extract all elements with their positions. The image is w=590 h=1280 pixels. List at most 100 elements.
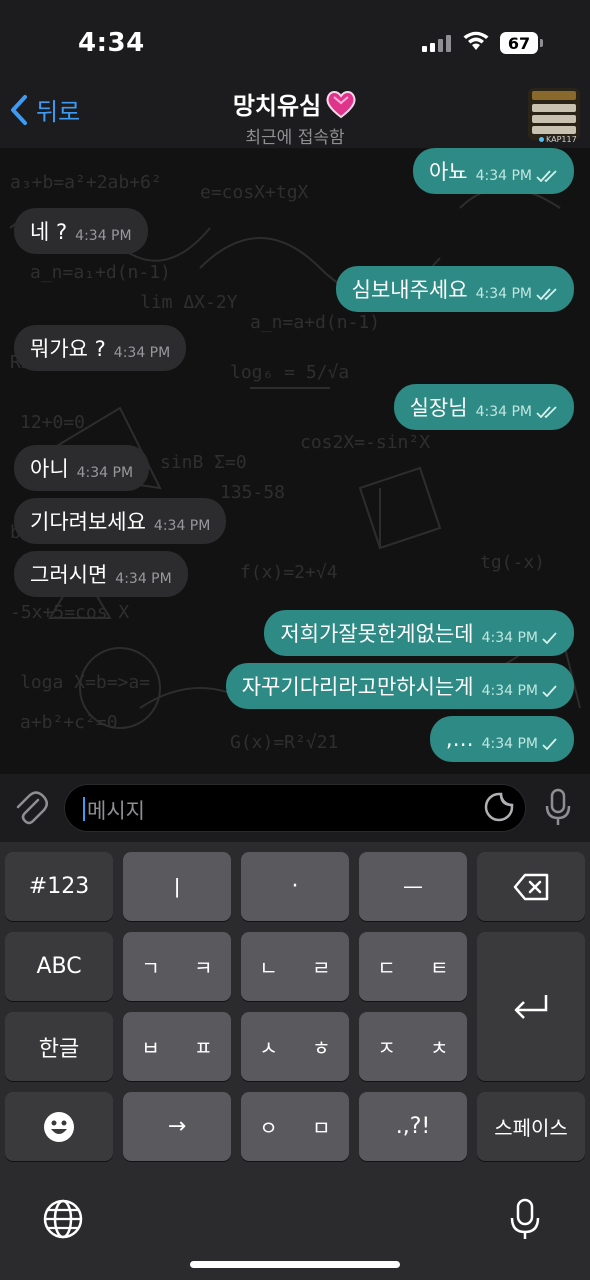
message-meta: 4:34 PM xyxy=(482,736,558,752)
message-time: 4:34 PM xyxy=(475,168,532,184)
key-vowel-i[interactable]: ㅣ xyxy=(123,852,231,921)
key-abc[interactable]: ABC xyxy=(5,932,113,1001)
incoming-message-bubble[interactable]: 기다려보세요 4:34 PM xyxy=(14,498,227,544)
text-cursor xyxy=(83,797,85,821)
single-check-icon xyxy=(542,685,557,697)
incoming-message-bubble[interactable]: 네 ? 4:34 PM xyxy=(14,208,148,254)
message-meta: 4:34 PM xyxy=(115,571,171,587)
message-meta: 4:34 PM xyxy=(476,168,558,184)
key-s-h[interactable]: ㅅ ㅎ xyxy=(241,1012,349,1081)
return-icon xyxy=(514,994,548,1019)
message-text: 그러시면 xyxy=(30,563,108,587)
message-time: 4:34 PM xyxy=(481,630,538,646)
outgoing-message-bubble[interactable]: 아뇨 4:34 PM xyxy=(412,148,574,194)
svg-text:log₆ = 5/√a: log₆ = 5/√a xyxy=(230,362,349,383)
message-meta: 4:34 PM xyxy=(482,630,558,646)
return-key[interactable] xyxy=(477,932,585,1081)
message-time: 4:34 PM xyxy=(76,465,134,481)
incoming-message-bubble[interactable]: 그러시면 4:34 PM xyxy=(14,551,188,597)
status-bar: 4:34 67 xyxy=(0,0,590,80)
single-check-icon xyxy=(542,738,557,750)
message-text: 기다려보세요 xyxy=(30,510,146,534)
message-text: 심보내주세요 xyxy=(351,278,468,302)
message-time: 4:34 PM xyxy=(481,736,538,752)
dictation-microphone-icon[interactable] xyxy=(508,1198,542,1242)
message-meta: 4:34 PM xyxy=(154,518,210,534)
battery-level: 67 xyxy=(507,33,531,53)
message-time: 4:34 PM xyxy=(113,345,171,361)
outgoing-message-bubble[interactable]: 심보내주세요 4:34 PM xyxy=(335,266,574,312)
svg-text:lim ΔX-2Y: lim ΔX-2Y xyxy=(140,292,238,313)
sticker-icon[interactable] xyxy=(484,792,514,822)
status-time: 4:34 xyxy=(78,28,145,58)
heart-emoji-icon xyxy=(326,90,356,118)
message-time: 4:34 PM xyxy=(481,683,538,699)
message-time: 4:34 PM xyxy=(475,286,532,302)
double-check-icon xyxy=(536,170,557,182)
outgoing-message-bubble[interactable]: ,… 4:34 PM xyxy=(429,716,574,762)
avatar-caption: KAP117 xyxy=(539,135,577,144)
home-indicator[interactable] xyxy=(190,1261,400,1268)
outgoing-message-bubble[interactable]: 실장님 4:34 PM xyxy=(393,384,574,430)
message-meta: 4:34 PM xyxy=(114,345,170,361)
key-numbers[interactable]: #123 xyxy=(5,852,113,921)
wifi-icon xyxy=(463,31,489,50)
key-g-k[interactable]: ㄱ ㅋ xyxy=(123,932,231,1001)
globe-icon[interactable] xyxy=(42,1198,84,1240)
svg-text:a₃+b=a²+2ab+6²: a₃+b=a²+2ab+6² xyxy=(10,172,162,193)
message-input-placeholder: 메시지 xyxy=(87,799,145,823)
message-meta: 4:34 PM xyxy=(75,228,131,244)
voice-record-microphone-icon[interactable] xyxy=(544,788,572,828)
key-ng-m[interactable]: ㅇ ㅁ xyxy=(241,1092,349,1161)
message-text: 네 ? xyxy=(30,220,68,244)
double-check-icon xyxy=(536,406,557,418)
key-n-r[interactable]: ㄴ ㄹ xyxy=(241,932,349,1001)
space-key[interactable]: 스페이스 xyxy=(477,1092,585,1161)
message-meta: 4:34 PM xyxy=(476,404,558,420)
avatar[interactable] xyxy=(528,88,580,140)
svg-text:loga X=b=>a=: loga X=b=>a= xyxy=(20,672,150,693)
last-seen-status: 최근에 접속함 xyxy=(245,128,345,148)
battery-icon: 67 xyxy=(500,32,543,54)
message-meta: 4:34 PM xyxy=(77,465,133,481)
key-vowel-dot[interactable]: · xyxy=(241,852,349,921)
svg-text:f(x)=2+√4: f(x)=2+√4 xyxy=(240,562,338,583)
chat-header: 뒤로 망치유심 최근에 접속함 xyxy=(0,80,590,148)
svg-text:cos2X=-sin²X: cos2X=-sin²X xyxy=(300,432,430,453)
incoming-message-bubble[interactable]: 아니 4:34 PM xyxy=(14,445,150,491)
attachment-paperclip-icon[interactable] xyxy=(14,790,48,826)
key-vowel-eu[interactable]: ㅡ xyxy=(359,852,467,921)
message-input[interactable]: 메시지 xyxy=(64,784,526,832)
emoji-smiley-icon xyxy=(44,1111,74,1142)
message-meta: 4:34 PM xyxy=(482,683,558,699)
chat-title: 망치유심 xyxy=(232,92,322,120)
outgoing-message-bubble[interactable]: 자꾸기다리라고만하시는게 4:34 PM xyxy=(225,663,574,709)
emoji-key[interactable] xyxy=(5,1092,113,1161)
svg-text:a_n=a+d(n-1): a_n=a+d(n-1) xyxy=(250,312,380,333)
chat-title-area[interactable]: 망치유심 최근에 접속함 xyxy=(0,86,590,148)
message-text: 뭐가요 ? xyxy=(30,337,106,361)
message-text: ,… xyxy=(445,727,474,751)
svg-text:G(x)=R²√21: G(x)=R²√21 xyxy=(230,732,338,753)
composer-bar: 메시지 xyxy=(0,774,590,842)
svg-text:a_n=a₁+d(n-1): a_n=a₁+d(n-1) xyxy=(30,262,171,283)
single-check-icon xyxy=(542,632,557,644)
key-b-p[interactable]: ㅂ ㅍ xyxy=(123,1012,231,1081)
online-dot-icon xyxy=(539,137,544,142)
key-d-t[interactable]: ㄷ ㅌ xyxy=(359,932,467,1001)
outgoing-message-bubble[interactable]: 저희가잘못한게없는데 4:34 PM xyxy=(264,610,574,656)
message-text: 저희가잘못한게없는데 xyxy=(280,622,474,646)
message-list[interactable]: a₃+b=a²+2ab+6² e=cosX+tgX a_n=a₁+d(n-1) … xyxy=(0,148,590,774)
backspace-key[interactable] xyxy=(477,852,585,921)
svg-text:a+b²+c²=0: a+b²+c²=0 xyxy=(20,712,118,733)
key-j-ch[interactable]: ㅈ ㅊ xyxy=(359,1012,467,1081)
key-arrow-right[interactable]: → xyxy=(123,1092,231,1161)
svg-text:12+0=0: 12+0=0 xyxy=(20,412,85,433)
message-text: 아뇨 xyxy=(428,160,468,184)
message-time: 4:34 PM xyxy=(153,518,211,534)
key-korean[interactable]: 한글 xyxy=(5,1012,113,1081)
incoming-message-bubble[interactable]: 뭐가요 ? 4:34 PM xyxy=(14,325,187,371)
key-punctuation[interactable]: .,?! xyxy=(359,1092,467,1161)
svg-text:sinB Σ=0: sinB Σ=0 xyxy=(160,452,247,473)
svg-text:135-58: 135-58 xyxy=(220,482,285,503)
